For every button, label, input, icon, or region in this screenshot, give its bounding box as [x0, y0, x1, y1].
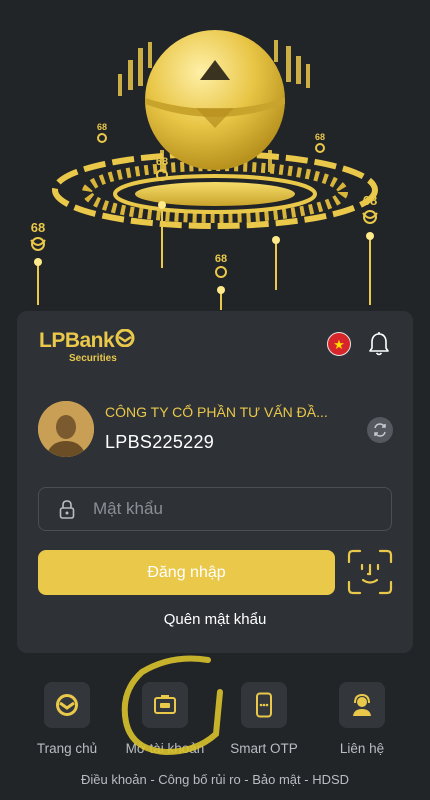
action-label: Trang chủ [36, 741, 98, 756]
password-input[interactable] [93, 488, 383, 530]
coin-label: 68 [97, 122, 107, 132]
switch-account-button[interactable] [367, 417, 393, 443]
notification-bell-icon[interactable] [367, 331, 391, 357]
language-flag-vietnam-icon[interactable]: ★ [327, 332, 351, 356]
password-field[interactable] [38, 487, 392, 531]
avatar [38, 401, 94, 457]
contact-support-icon [353, 693, 371, 716]
login-button[interactable]: Đăng nhập [38, 550, 335, 595]
smart-otp-icon [256, 692, 272, 718]
hero-illustration: 68 68 68 68 68 68 [0, 0, 430, 310]
company-name: CÔNG TY CỔ PHẦN TƯ VẤN ĐẦ... [105, 404, 328, 420]
footer-links[interactable]: Điều khoản - Công bố rủi ro - Bảo mật - … [0, 772, 430, 787]
action-label: Smart OTP [230, 741, 298, 756]
forgot-password-link[interactable]: Quên mật khẩu [17, 611, 413, 628]
action-smart-otp[interactable]: Smart OTP [214, 682, 314, 762]
username: LPBS225229 [105, 432, 215, 452]
home-logo-icon [56, 694, 78, 716]
login-card: LPBank Securities ★ CÔNG TY CỔ PHẦN TƯ V… [17, 311, 413, 653]
action-contact[interactable]: Liên hệ [312, 682, 412, 762]
coin-label: 68 [315, 132, 325, 142]
lock-icon [59, 500, 75, 519]
brand-subtitle: Securities [69, 353, 117, 364]
action-label: Liên hệ [339, 741, 385, 756]
coin-label: 68 [215, 253, 227, 265]
action-label: Mở tài khoản [125, 741, 205, 756]
swap-icon [374, 423, 386, 437]
user-silhouette-icon [38, 401, 94, 457]
brand-logo: LPBank Securities [39, 327, 159, 367]
action-home[interactable]: Trang chủ [17, 682, 117, 762]
open-account-icon [154, 695, 176, 714]
coin-label: 68 [363, 193, 377, 208]
brand-mark-icon [115, 329, 135, 347]
coin-label: 68 [156, 156, 168, 168]
face-id-icon[interactable] [347, 549, 393, 595]
brand-name: LPBank [39, 329, 115, 352]
coin-label: 68 [31, 220, 45, 235]
action-open-account[interactable]: Mở tài khoản [115, 682, 215, 762]
quick-actions: Trang chủ Mở tài khoản Smart OTP Liên hệ [0, 682, 430, 762]
